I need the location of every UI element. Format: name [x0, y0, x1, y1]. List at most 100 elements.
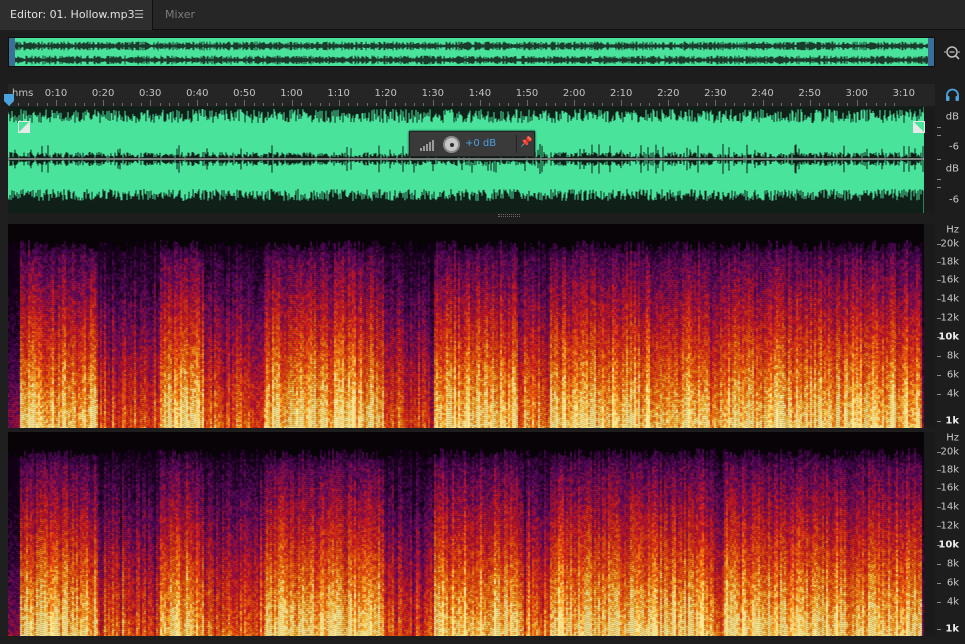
spectral-display-left[interactable]	[8, 224, 935, 428]
playhead-marker[interactable]	[4, 94, 14, 106]
view-splitter[interactable]	[498, 214, 520, 217]
timeline-ruler[interactable]: hms 0:10 0:20 0:30 0:40 0:50 1:00 1:10 1:20 1:30…	[8, 84, 935, 106]
timeline-unit-label: hms	[12, 88, 34, 99]
timeline-tick	[479, 100, 481, 106]
timeline-tick	[489, 103, 491, 106]
timeline-tick	[187, 103, 189, 106]
frequency-tick	[937, 602, 941, 603]
timeline-tick	[545, 103, 547, 106]
timeline-label: 3:10	[892, 88, 916, 99]
timeline-label: 0:20	[91, 88, 115, 99]
volume-hud[interactable]: +0 dB 📌	[409, 131, 535, 157]
frequency-label: 4k	[946, 388, 959, 400]
timeline-tick	[677, 103, 679, 106]
timeline-tick	[884, 103, 886, 106]
headphone-icon[interactable]	[945, 88, 960, 102]
volume-knob[interactable]	[443, 136, 460, 153]
timeline-label: 1:20	[374, 88, 397, 99]
timeline-tick	[461, 103, 463, 106]
frequency-label: 20k	[940, 446, 959, 458]
tab-editor[interactable]: Editor: 01. Hollow.mp3 ☰	[0, 0, 153, 30]
timeline-tick	[705, 103, 707, 106]
timeline-label: 1:50	[515, 88, 539, 99]
timeline-tick	[743, 103, 745, 106]
timeline-label: 0:40	[186, 88, 209, 99]
timeline-tick	[762, 100, 764, 106]
timeline-tick	[630, 103, 632, 106]
frequency-tick	[937, 244, 941, 245]
timeline-tick	[263, 103, 265, 106]
frequency-tick	[937, 470, 941, 471]
timeline-tick	[668, 100, 670, 106]
timeline-tick	[37, 103, 39, 106]
timeline-tick	[413, 103, 415, 106]
frequency-tick	[937, 421, 941, 422]
timeline-tick	[687, 103, 689, 106]
timeline-tick	[65, 103, 67, 106]
timeline-tick	[74, 103, 76, 106]
timeline-tick	[753, 103, 755, 106]
timeline-tick	[225, 103, 227, 106]
frequency-label: 8k	[946, 350, 959, 362]
timeline-tick	[508, 103, 510, 106]
timeline-label: 1:30	[421, 88, 445, 99]
timeline-tick	[498, 103, 500, 106]
timeline-tick	[121, 103, 123, 106]
frequency-label: 6k	[946, 577, 959, 589]
timeline-tick	[150, 100, 152, 106]
timeline-tick	[140, 103, 142, 106]
overview-navigator[interactable]	[8, 37, 935, 67]
frequency-tick	[937, 262, 941, 263]
timeline-tick	[282, 103, 284, 106]
track-left-margin	[0, 107, 8, 637]
frequency-tick	[937, 356, 941, 357]
tab-mixer[interactable]: Mixer	[155, 0, 215, 30]
timeline-tick	[771, 103, 773, 106]
tab-mixer-label: Mixer	[165, 8, 196, 21]
frequency-label: 16k	[940, 482, 959, 494]
frequency-label: 10k	[938, 539, 959, 551]
timeline-label: 1:10	[327, 88, 350, 99]
panel-menu-icon[interactable]: ☰	[134, 0, 144, 30]
frequency-label: 10k	[938, 331, 959, 343]
timeline-tick	[555, 103, 557, 106]
pin-icon[interactable]: 📌	[520, 137, 532, 148]
timeline-label: 0:50	[233, 88, 256, 99]
timeline-label: 0:30	[138, 88, 162, 99]
level-meter-icon	[420, 140, 434, 151]
timeline-label: 2:00	[562, 88, 586, 99]
timeline-tick	[404, 103, 406, 106]
timeline-tick	[517, 103, 519, 106]
zoom-to-fit-icon[interactable]	[943, 44, 961, 62]
timeline-tick	[423, 103, 425, 106]
volume-value[interactable]: +0 dB	[465, 138, 496, 149]
waveform-display[interactable]	[8, 107, 935, 213]
overview-right-handle[interactable]	[928, 38, 934, 66]
frequency-label: 20k	[940, 238, 959, 250]
frequency-tick	[937, 280, 941, 281]
timeline-label: 2:10	[609, 88, 633, 99]
timeline-tick	[216, 103, 218, 106]
timeline-tick	[602, 103, 604, 106]
timeline-tick	[84, 103, 86, 106]
overview-left-handle[interactable]	[9, 38, 15, 66]
frequency-label: 1k	[945, 623, 959, 635]
frequency-tick	[937, 507, 941, 508]
timeline-tick	[291, 100, 293, 106]
frequency-tick	[937, 526, 941, 527]
frequency-label: 1k	[945, 415, 959, 427]
tab-bar: Editor: 01. Hollow.mp3 ☰ Mixer	[0, 0, 965, 30]
timeline-label: 1:00	[280, 88, 303, 99]
timeline-tick	[847, 103, 849, 106]
hud-divider	[516, 135, 517, 153]
hz-unit-right: Hz	[946, 432, 959, 444]
timeline-tick	[169, 103, 171, 106]
timeline-label: 2:20	[657, 88, 680, 99]
timeline-tick	[366, 103, 368, 106]
timeline-tick	[837, 103, 839, 106]
spectral-display-right[interactable]	[8, 432, 935, 636]
db-unit-top: dB	[945, 111, 959, 123]
db-unit-bottom: dB	[945, 163, 959, 175]
fade-out-handle[interactable]	[913, 121, 925, 133]
fade-in-handle[interactable]	[18, 121, 30, 133]
